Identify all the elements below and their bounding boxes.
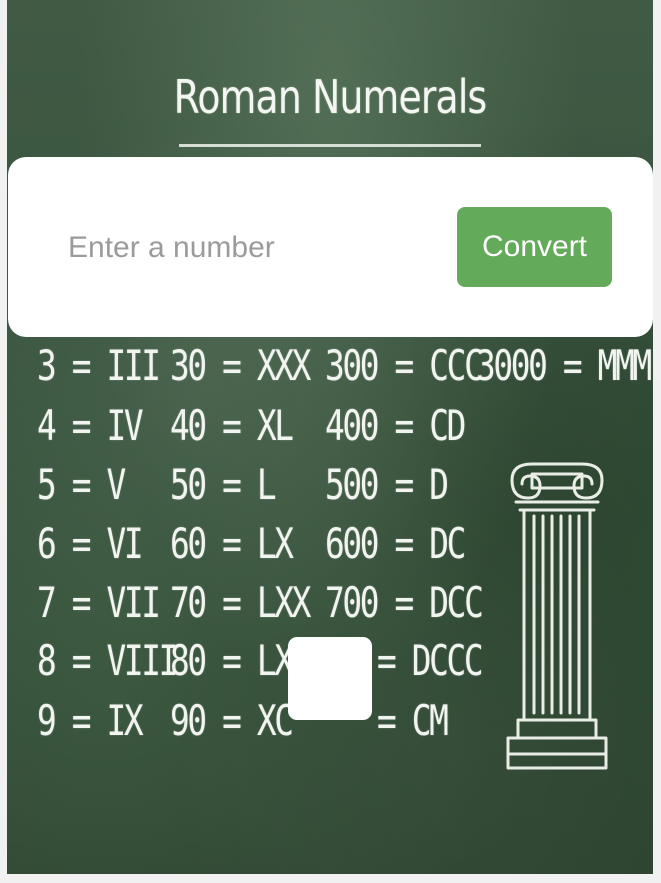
ionic-column-icon [506,462,608,770]
numeral-3000: 3000 = MMM [476,341,652,390]
numeral-30: 30 = XXX [170,341,311,390]
numeral-300: 300 = CCC [325,341,484,390]
convert-button[interactable]: Convert [457,207,612,287]
numeral-8: 8 = VIII [37,636,178,685]
blank-white-box [288,637,372,720]
numeral-3: 3 = III [37,341,161,390]
numeral-60: 60 = LX [170,519,294,568]
numeral-9: 9 = IX [37,696,144,745]
numeral-4: 4 = IV [37,401,144,450]
numeral-700: 700 = DCC [325,578,484,627]
board-title: Roman Numerals [173,70,488,124]
numeral-900: = CM [377,696,449,745]
numeral-40: 40 = XL [170,401,294,450]
numeral-5: 5 = V [37,460,126,509]
numeral-7: 7 = VII [37,578,161,627]
number-input[interactable] [50,210,440,286]
numeral-50: 50 = L [170,460,277,509]
numeral-6: 6 = VI [37,519,144,568]
numeral-400: 400 = CD [325,401,466,450]
numeral-800: = DCCC [377,636,484,685]
title-underline [179,144,481,147]
numeral-70: 70 = LXX [170,578,311,627]
numeral-600: 600 = DC [325,519,466,568]
chalkboard-background: Roman Numerals 3 = III 4 = IV 5 = V 6 = … [7,0,653,874]
numeral-500: 500 = D [325,460,449,509]
numeral-90: 90 = XC [170,696,294,745]
